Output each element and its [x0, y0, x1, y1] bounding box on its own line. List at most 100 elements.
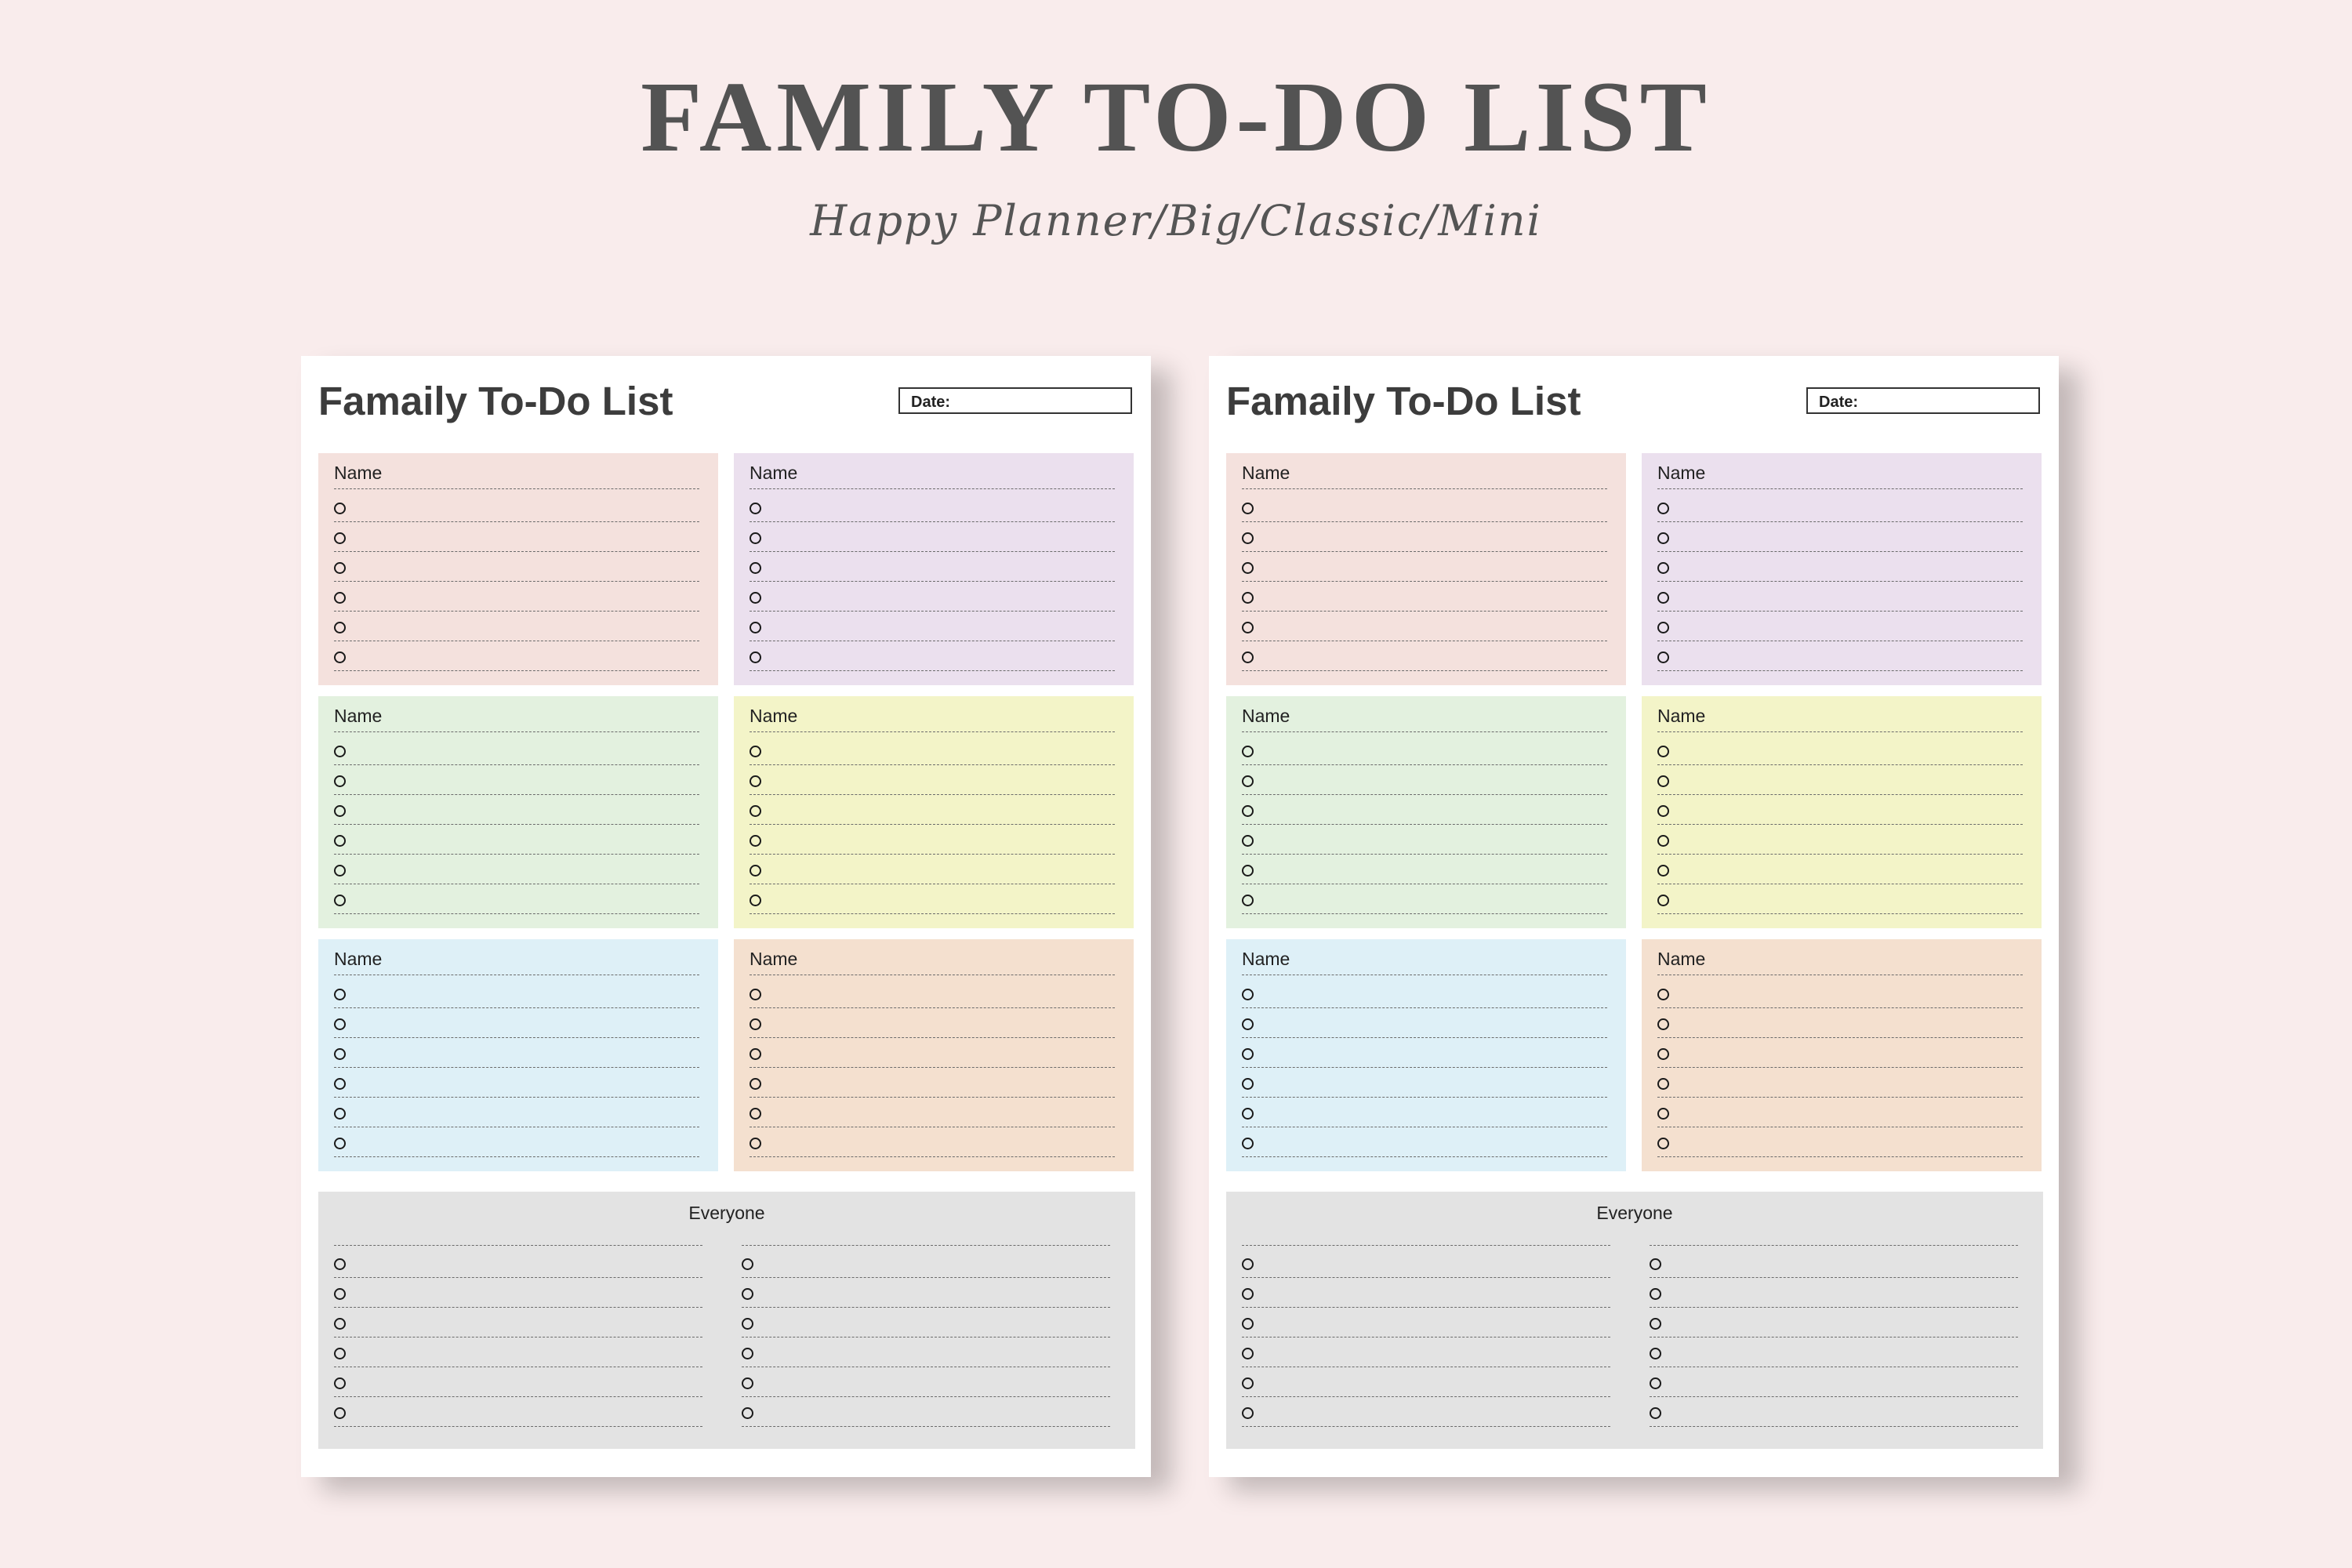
checkbox-circle-icon[interactable] [1242, 989, 1254, 1000]
todo-item[interactable] [1657, 582, 2023, 612]
todo-item[interactable] [750, 765, 1115, 795]
todo-item[interactable] [334, 1008, 699, 1038]
checkbox-circle-icon[interactable] [1657, 532, 1669, 544]
todo-item[interactable] [1242, 884, 1607, 914]
checkbox-circle-icon[interactable] [334, 1138, 346, 1149]
checkbox-circle-icon[interactable] [1657, 805, 1669, 817]
checkbox-circle-icon[interactable] [1650, 1258, 1661, 1270]
todo-item[interactable] [334, 825, 699, 855]
todo-item[interactable] [750, 855, 1115, 884]
todo-item[interactable] [334, 552, 699, 582]
checkbox-circle-icon[interactable] [1242, 1138, 1254, 1149]
todo-item[interactable] [1657, 552, 2023, 582]
checkbox-circle-icon[interactable] [1242, 775, 1254, 787]
checkbox-circle-icon[interactable] [750, 532, 761, 544]
checkbox-circle-icon[interactable] [1242, 592, 1254, 604]
checkbox-circle-icon[interactable] [1650, 1377, 1661, 1389]
checkbox-circle-icon[interactable] [750, 592, 761, 604]
todo-item[interactable] [1242, 1038, 1607, 1068]
checkbox-circle-icon[interactable] [1650, 1288, 1661, 1300]
checkbox-circle-icon[interactable] [1242, 1348, 1254, 1359]
everyone-todo-item[interactable] [1650, 1248, 2018, 1278]
checkbox-circle-icon[interactable] [1650, 1348, 1661, 1359]
checkbox-circle-icon[interactable] [750, 652, 761, 663]
todo-item[interactable] [1657, 1038, 2023, 1068]
everyone-todo-item[interactable] [1650, 1308, 2018, 1338]
todo-item[interactable] [750, 1008, 1115, 1038]
everyone-todo-item[interactable] [334, 1248, 702, 1278]
checkbox-circle-icon[interactable] [1657, 865, 1669, 877]
todo-item[interactable] [334, 1127, 699, 1157]
checkbox-circle-icon[interactable] [1657, 652, 1669, 663]
everyone-todo-item[interactable] [742, 1367, 1110, 1397]
checkbox-circle-icon[interactable] [1242, 503, 1254, 514]
everyone-todo-item[interactable] [1242, 1397, 1610, 1427]
todo-item[interactable] [1242, 1068, 1607, 1098]
checkbox-circle-icon[interactable] [334, 835, 346, 847]
todo-item[interactable] [1657, 978, 2023, 1008]
todo-item[interactable] [334, 1098, 699, 1127]
checkbox-circle-icon[interactable] [334, 503, 346, 514]
todo-item[interactable] [750, 884, 1115, 914]
todo-item[interactable] [750, 1127, 1115, 1157]
checkbox-circle-icon[interactable] [334, 1377, 346, 1389]
todo-item[interactable] [1242, 582, 1607, 612]
todo-item[interactable] [1657, 765, 2023, 795]
checkbox-circle-icon[interactable] [1657, 592, 1669, 604]
everyone-todo-item[interactable] [334, 1367, 702, 1397]
checkbox-circle-icon[interactable] [1242, 1258, 1254, 1270]
checkbox-circle-icon[interactable] [750, 895, 761, 906]
todo-item[interactable] [1657, 641, 2023, 671]
checkbox-circle-icon[interactable] [742, 1258, 753, 1270]
todo-item[interactable] [334, 884, 699, 914]
checkbox-circle-icon[interactable] [1657, 746, 1669, 757]
everyone-todo-item[interactable] [742, 1338, 1110, 1367]
checkbox-circle-icon[interactable] [750, 1138, 761, 1149]
checkbox-circle-icon[interactable] [742, 1407, 753, 1419]
todo-item[interactable] [750, 552, 1115, 582]
everyone-todo-item[interactable] [1242, 1308, 1610, 1338]
todo-item[interactable] [1242, 765, 1607, 795]
todo-item[interactable] [1242, 612, 1607, 641]
everyone-todo-item[interactable] [334, 1338, 702, 1367]
checkbox-circle-icon[interactable] [1242, 865, 1254, 877]
todo-item[interactable] [334, 1068, 699, 1098]
everyone-todo-item[interactable] [1650, 1397, 2018, 1427]
todo-item[interactable] [750, 795, 1115, 825]
everyone-todo-item[interactable] [742, 1397, 1110, 1427]
todo-item[interactable] [1242, 978, 1607, 1008]
todo-item[interactable] [1657, 795, 2023, 825]
checkbox-circle-icon[interactable] [750, 503, 761, 514]
todo-item[interactable] [334, 1038, 699, 1068]
checkbox-circle-icon[interactable] [1242, 622, 1254, 633]
checkbox-circle-icon[interactable] [334, 1048, 346, 1060]
todo-item[interactable] [750, 522, 1115, 552]
checkbox-circle-icon[interactable] [750, 746, 761, 757]
checkbox-circle-icon[interactable] [750, 865, 761, 877]
checkbox-circle-icon[interactable] [334, 652, 346, 663]
checkbox-circle-icon[interactable] [750, 989, 761, 1000]
everyone-todo-item[interactable] [334, 1308, 702, 1338]
checkbox-circle-icon[interactable] [750, 1018, 761, 1030]
date-field[interactable]: Date: [898, 387, 1132, 414]
todo-item[interactable] [334, 641, 699, 671]
checkbox-circle-icon[interactable] [750, 835, 761, 847]
todo-item[interactable] [334, 492, 699, 522]
checkbox-circle-icon[interactable] [1657, 503, 1669, 514]
todo-item[interactable] [334, 522, 699, 552]
date-field[interactable]: Date: [1806, 387, 2040, 414]
checkbox-circle-icon[interactable] [334, 805, 346, 817]
todo-item[interactable] [1657, 1068, 2023, 1098]
todo-item[interactable] [1657, 492, 2023, 522]
checkbox-circle-icon[interactable] [1657, 1048, 1669, 1060]
todo-item[interactable] [750, 492, 1115, 522]
checkbox-circle-icon[interactable] [1242, 1407, 1254, 1419]
todo-item[interactable] [750, 612, 1115, 641]
checkbox-circle-icon[interactable] [1242, 1108, 1254, 1120]
checkbox-circle-icon[interactable] [742, 1377, 753, 1389]
todo-item[interactable] [1657, 1098, 2023, 1127]
todo-item[interactable] [750, 1068, 1115, 1098]
todo-item[interactable] [750, 735, 1115, 765]
todo-item[interactable] [334, 612, 699, 641]
todo-item[interactable] [1242, 1098, 1607, 1127]
